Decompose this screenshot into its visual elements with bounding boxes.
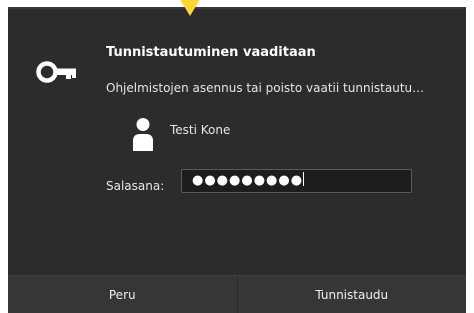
authentication-dialog: Tunnistautuminen vaaditaan Ohjelmistojen… [8, 7, 466, 313]
text-caret [303, 172, 305, 186]
annotation-arrow [166, 0, 214, 16]
key-icon [36, 61, 76, 83]
user-name: Testi Kone [170, 123, 231, 137]
cancel-button[interactable]: Peru [8, 276, 238, 313]
authenticate-button[interactable]: Tunnistaudu [237, 276, 466, 313]
screen: Tunnistautuminen vaaditaan Ohjelmistojen… [0, 0, 474, 313]
button-bar: Peru Tunnistaudu [8, 275, 466, 313]
password-field[interactable]: ●●●●●●●●● [181, 169, 412, 193]
password-masked-value: ●●●●●●●●● [192, 173, 304, 188]
user-icon [133, 118, 153, 151]
password-label: Salasana: [106, 179, 165, 193]
dialog-title: Tunnistautuminen vaaditaan [106, 45, 316, 60]
dialog-message: Ohjelmistojen asennus tai poisto vaatii … [106, 81, 425, 95]
